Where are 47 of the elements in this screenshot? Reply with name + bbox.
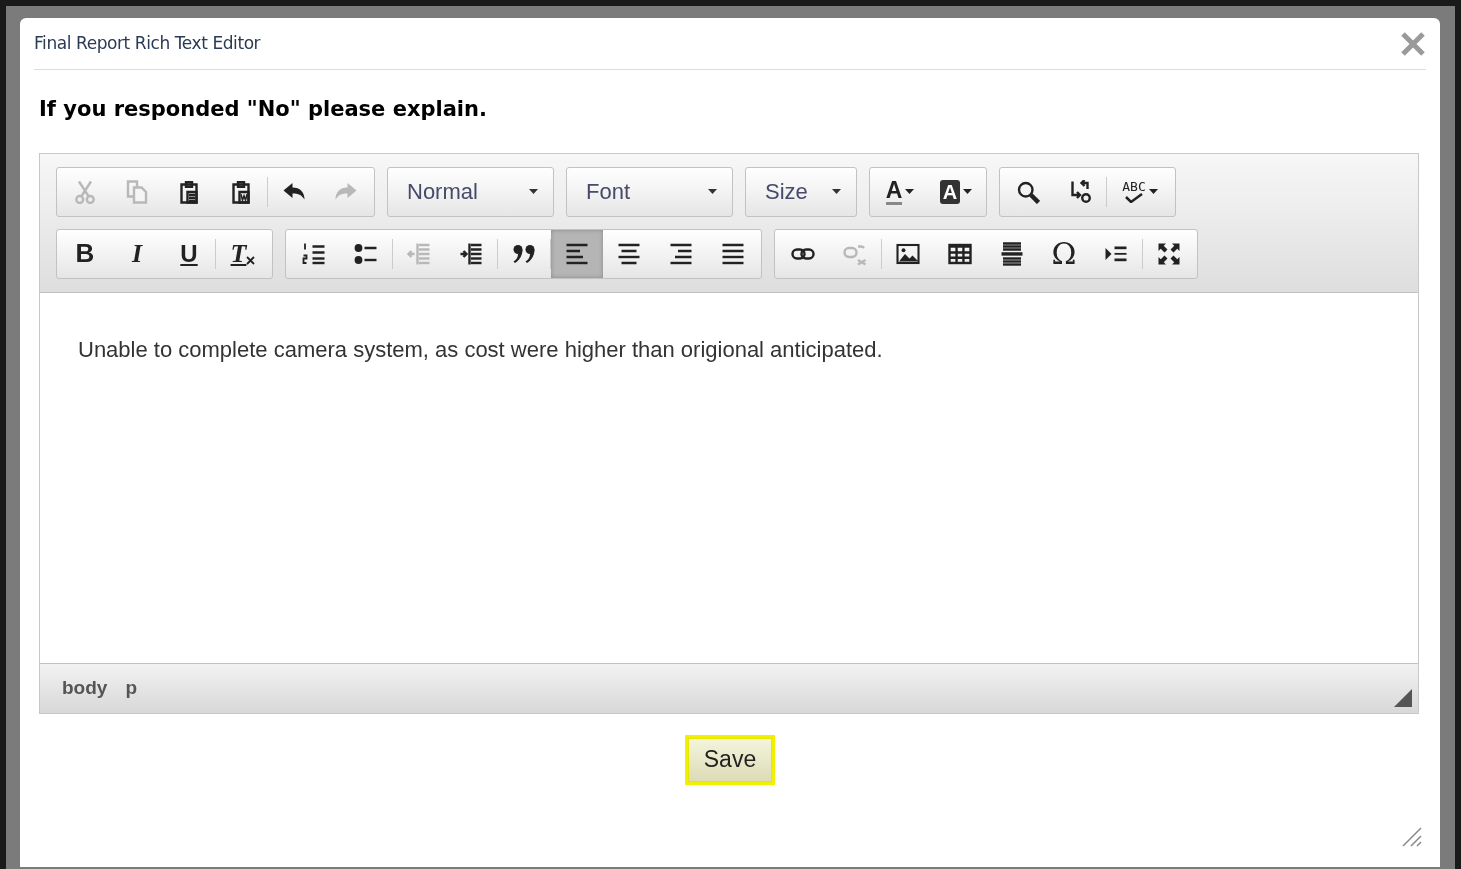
underline-button[interactable]: U bbox=[163, 229, 215, 278]
indent-icon bbox=[459, 241, 483, 266]
cross-icon bbox=[246, 256, 256, 265]
caret-icon bbox=[1148, 189, 1158, 194]
italic-button[interactable]: I bbox=[111, 229, 163, 278]
element-path-link[interactable]: p bbox=[125, 673, 137, 703]
scissors-icon bbox=[73, 179, 97, 204]
save-button[interactable]: Save bbox=[687, 737, 773, 782]
horizontal-line-icon bbox=[1000, 241, 1024, 266]
bold-button[interactable]: B bbox=[59, 229, 111, 278]
dropdown[interactable]: Normal bbox=[387, 166, 554, 217]
table-icon bbox=[948, 241, 972, 266]
special-char-button[interactable]: Ω bbox=[1038, 229, 1090, 278]
outdent-icon bbox=[407, 241, 431, 266]
element-path-link[interactable]: body bbox=[62, 673, 108, 703]
copy-icon bbox=[125, 179, 149, 204]
align-right-icon bbox=[669, 241, 693, 266]
clipboard-icon bbox=[229, 179, 253, 204]
align-left-icon bbox=[565, 241, 589, 266]
bg-color-button[interactable]: A bbox=[928, 167, 984, 216]
align-left-button[interactable] bbox=[551, 229, 603, 278]
editor-text[interactable]: Unable to complete camera system, as cost were higher than origional anticipated. bbox=[78, 332, 1380, 366]
remove-format-button[interactable]: T bbox=[216, 229, 270, 278]
caret-icon bbox=[708, 189, 717, 194]
text-color-button[interactable]: A bbox=[872, 167, 928, 216]
image-icon bbox=[896, 241, 920, 266]
maximize-icon bbox=[1157, 241, 1181, 266]
dropdown[interactable]: Font bbox=[566, 166, 733, 217]
caret-icon bbox=[832, 189, 841, 194]
spellcheck-button[interactable]: ABC bbox=[1107, 167, 1173, 216]
caret-icon bbox=[963, 189, 973, 194]
search-icon bbox=[1016, 179, 1040, 204]
resize-grip-icon[interactable] bbox=[1400, 825, 1422, 847]
prompt-text: If you responded "No" please explain. bbox=[39, 97, 487, 121]
swap-arrows-icon bbox=[1068, 179, 1092, 204]
clipboard-icon bbox=[177, 179, 201, 204]
dropdown[interactable]: Size bbox=[745, 166, 857, 217]
resize-handle-icon[interactable] bbox=[1394, 688, 1412, 707]
dialog-title: Final Report Rich Text Editor bbox=[34, 31, 261, 55]
caret-icon bbox=[529, 189, 538, 194]
close-icon bbox=[1400, 30, 1426, 57]
align-center-icon bbox=[617, 241, 641, 266]
justify-icon bbox=[721, 241, 745, 266]
check-icon bbox=[1125, 193, 1143, 203]
numbered-list-icon bbox=[302, 241, 326, 266]
caret-icon bbox=[905, 189, 915, 194]
bulleted-list-icon bbox=[354, 241, 378, 266]
